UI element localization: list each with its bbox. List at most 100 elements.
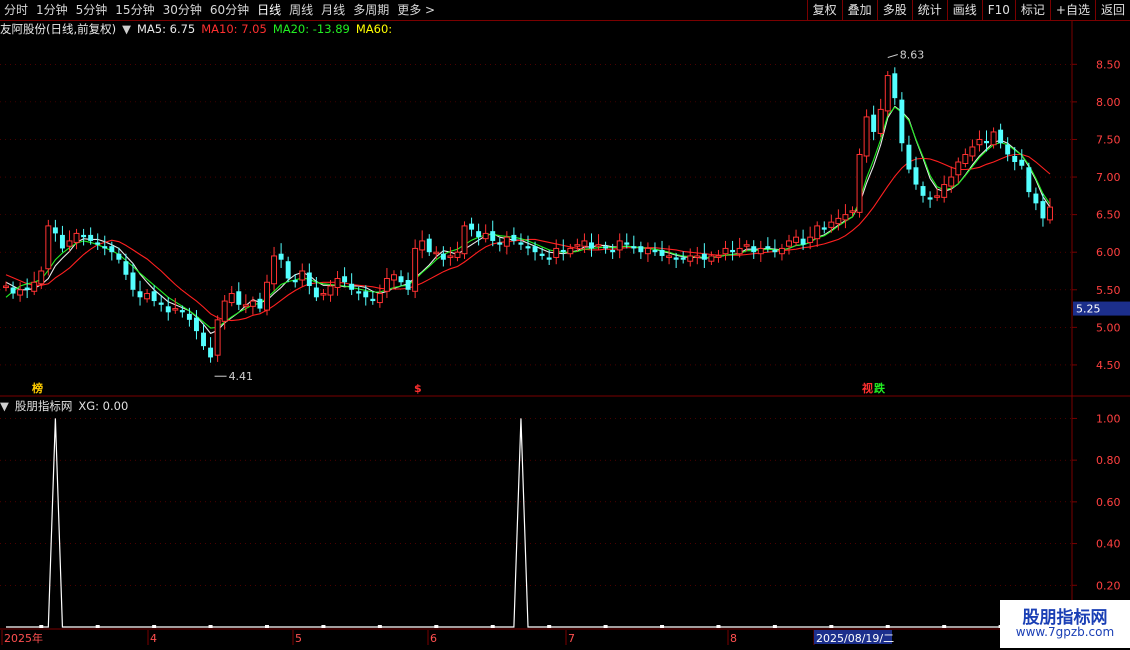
candle-body-up [948, 176, 955, 187]
candle-body-down [518, 242, 524, 245]
kline-chart[interactable]: 8.63 4.41 榜 $ 视跌 8.50 8.00 7.50 7.00 6.50 6.00 5.5… [0, 0, 1130, 650]
signal-marker-0: 榜 [32, 381, 43, 395]
candle-body-down [193, 317, 199, 332]
collapse-icon[interactable]: ▼ [0, 399, 9, 413]
candle [899, 92, 905, 152]
candle-body-down [899, 99, 905, 144]
toolbar-button-6[interactable]: 标记 [1014, 0, 1050, 20]
toolbar-button-0[interactable]: 复权 [806, 0, 842, 20]
period-tab-7[interactable]: 周线 [285, 0, 317, 20]
candle [313, 277, 319, 302]
period-tab-2[interactable]: 5分钟 [72, 0, 112, 20]
candle [849, 206, 856, 217]
toolbar-button-3[interactable]: 统计 [911, 0, 947, 20]
candle [158, 295, 164, 312]
period-tab-1[interactable]: 1分钟 [32, 0, 72, 20]
candle [363, 285, 369, 306]
candle [631, 235, 637, 254]
candle [778, 243, 785, 261]
candle [426, 234, 432, 256]
candle [652, 242, 658, 256]
candle [327, 280, 334, 302]
candle-body-up [383, 278, 390, 292]
candle [800, 229, 806, 250]
price-tick-label-8: 4.50 [1096, 359, 1121, 372]
period-tab-10[interactable]: 更多 > [393, 0, 439, 20]
candle [743, 240, 750, 252]
candle-body-up [454, 251, 461, 258]
candle-body-down [201, 332, 206, 347]
signal-marker-3: 跌 [874, 381, 886, 395]
candle [454, 241, 461, 262]
candle [793, 229, 800, 247]
period-tab-9[interactable]: 多周期 [349, 0, 393, 20]
candle [525, 235, 531, 256]
candle-body-up [835, 217, 842, 225]
candle-body-up [778, 247, 785, 255]
candle [567, 243, 574, 258]
candle-body-down [349, 283, 355, 290]
candle [278, 243, 284, 268]
candle [680, 251, 686, 264]
indicator-header: ▼ 股朋指标网 XG: 0.00 [0, 398, 134, 414]
candle [595, 234, 602, 250]
candle [299, 263, 306, 287]
candle-body-up [786, 240, 792, 247]
period-tab-0[interactable]: 分时 [0, 0, 32, 20]
candle [948, 166, 955, 193]
candle [24, 278, 30, 299]
candle-body-down [821, 227, 827, 230]
toolbar-button-4[interactable]: 画线 [946, 0, 982, 20]
candle [497, 237, 503, 252]
candle [476, 223, 482, 246]
candle [1019, 149, 1025, 170]
candle-body-down [236, 291, 242, 305]
period-tab-3[interactable]: 15分钟 [111, 0, 158, 20]
candle [172, 298, 179, 314]
period-tab-8[interactable]: 月线 [317, 0, 349, 20]
period-tab-4[interactable]: 30分钟 [159, 0, 206, 20]
toolbar-button-2[interactable]: 多股 [876, 0, 912, 20]
candle-body-down [511, 234, 517, 241]
candle-body-up [447, 255, 454, 258]
candle-body-up [736, 247, 743, 255]
xg-baseline-dot [772, 625, 777, 628]
ma-line-ma5 [5, 105, 1051, 335]
date-label-1: 4 [150, 632, 157, 645]
candle [95, 233, 101, 250]
toolbar-button-7[interactable]: +自选 [1049, 0, 1095, 20]
collapse-icon[interactable]: ▼ [122, 22, 131, 36]
low-label: 4.41 [229, 370, 254, 383]
xg-baseline-dot [660, 625, 665, 628]
xg-baseline-dot [829, 625, 834, 628]
candle-body-up [1047, 206, 1053, 221]
period-tab-5[interactable]: 60分钟 [206, 0, 253, 20]
candle-body-up [884, 75, 891, 112]
candle-body-down [589, 242, 594, 249]
toolbar-button-8[interactable]: 返回 [1094, 0, 1130, 20]
date-label-6: 2025/08/19/二 [816, 632, 894, 645]
candle-body-down [342, 276, 348, 283]
candle [892, 67, 898, 105]
toolbar-button-1[interactable]: 叠加 [841, 0, 877, 20]
candle-body-down [913, 167, 919, 185]
candle-body-up [694, 255, 701, 258]
watermark-url: www.7gpzb.com [1015, 625, 1115, 639]
candle-body-up [144, 293, 151, 300]
period-tab-6[interactable]: 日线 [253, 0, 285, 20]
candle-body-up [320, 293, 327, 296]
toolbar-buttons: 复权 叠加 多股 统计 画线 F10 标记 +自选 返回 [806, 0, 1130, 20]
xg-baseline-dot [942, 625, 947, 628]
candle-body-up [616, 240, 623, 251]
candle [165, 297, 171, 321]
candle [1047, 198, 1053, 224]
candle-body-down [610, 249, 616, 253]
candle-body-up [327, 285, 334, 296]
toolbar-button-5[interactable]: F10 [981, 0, 1015, 20]
date-label-4: 7 [568, 632, 575, 645]
candle-body-up [172, 308, 179, 311]
candle [469, 217, 475, 237]
candle [116, 247, 122, 264]
candle [842, 204, 849, 229]
candle-body-up [743, 244, 750, 247]
